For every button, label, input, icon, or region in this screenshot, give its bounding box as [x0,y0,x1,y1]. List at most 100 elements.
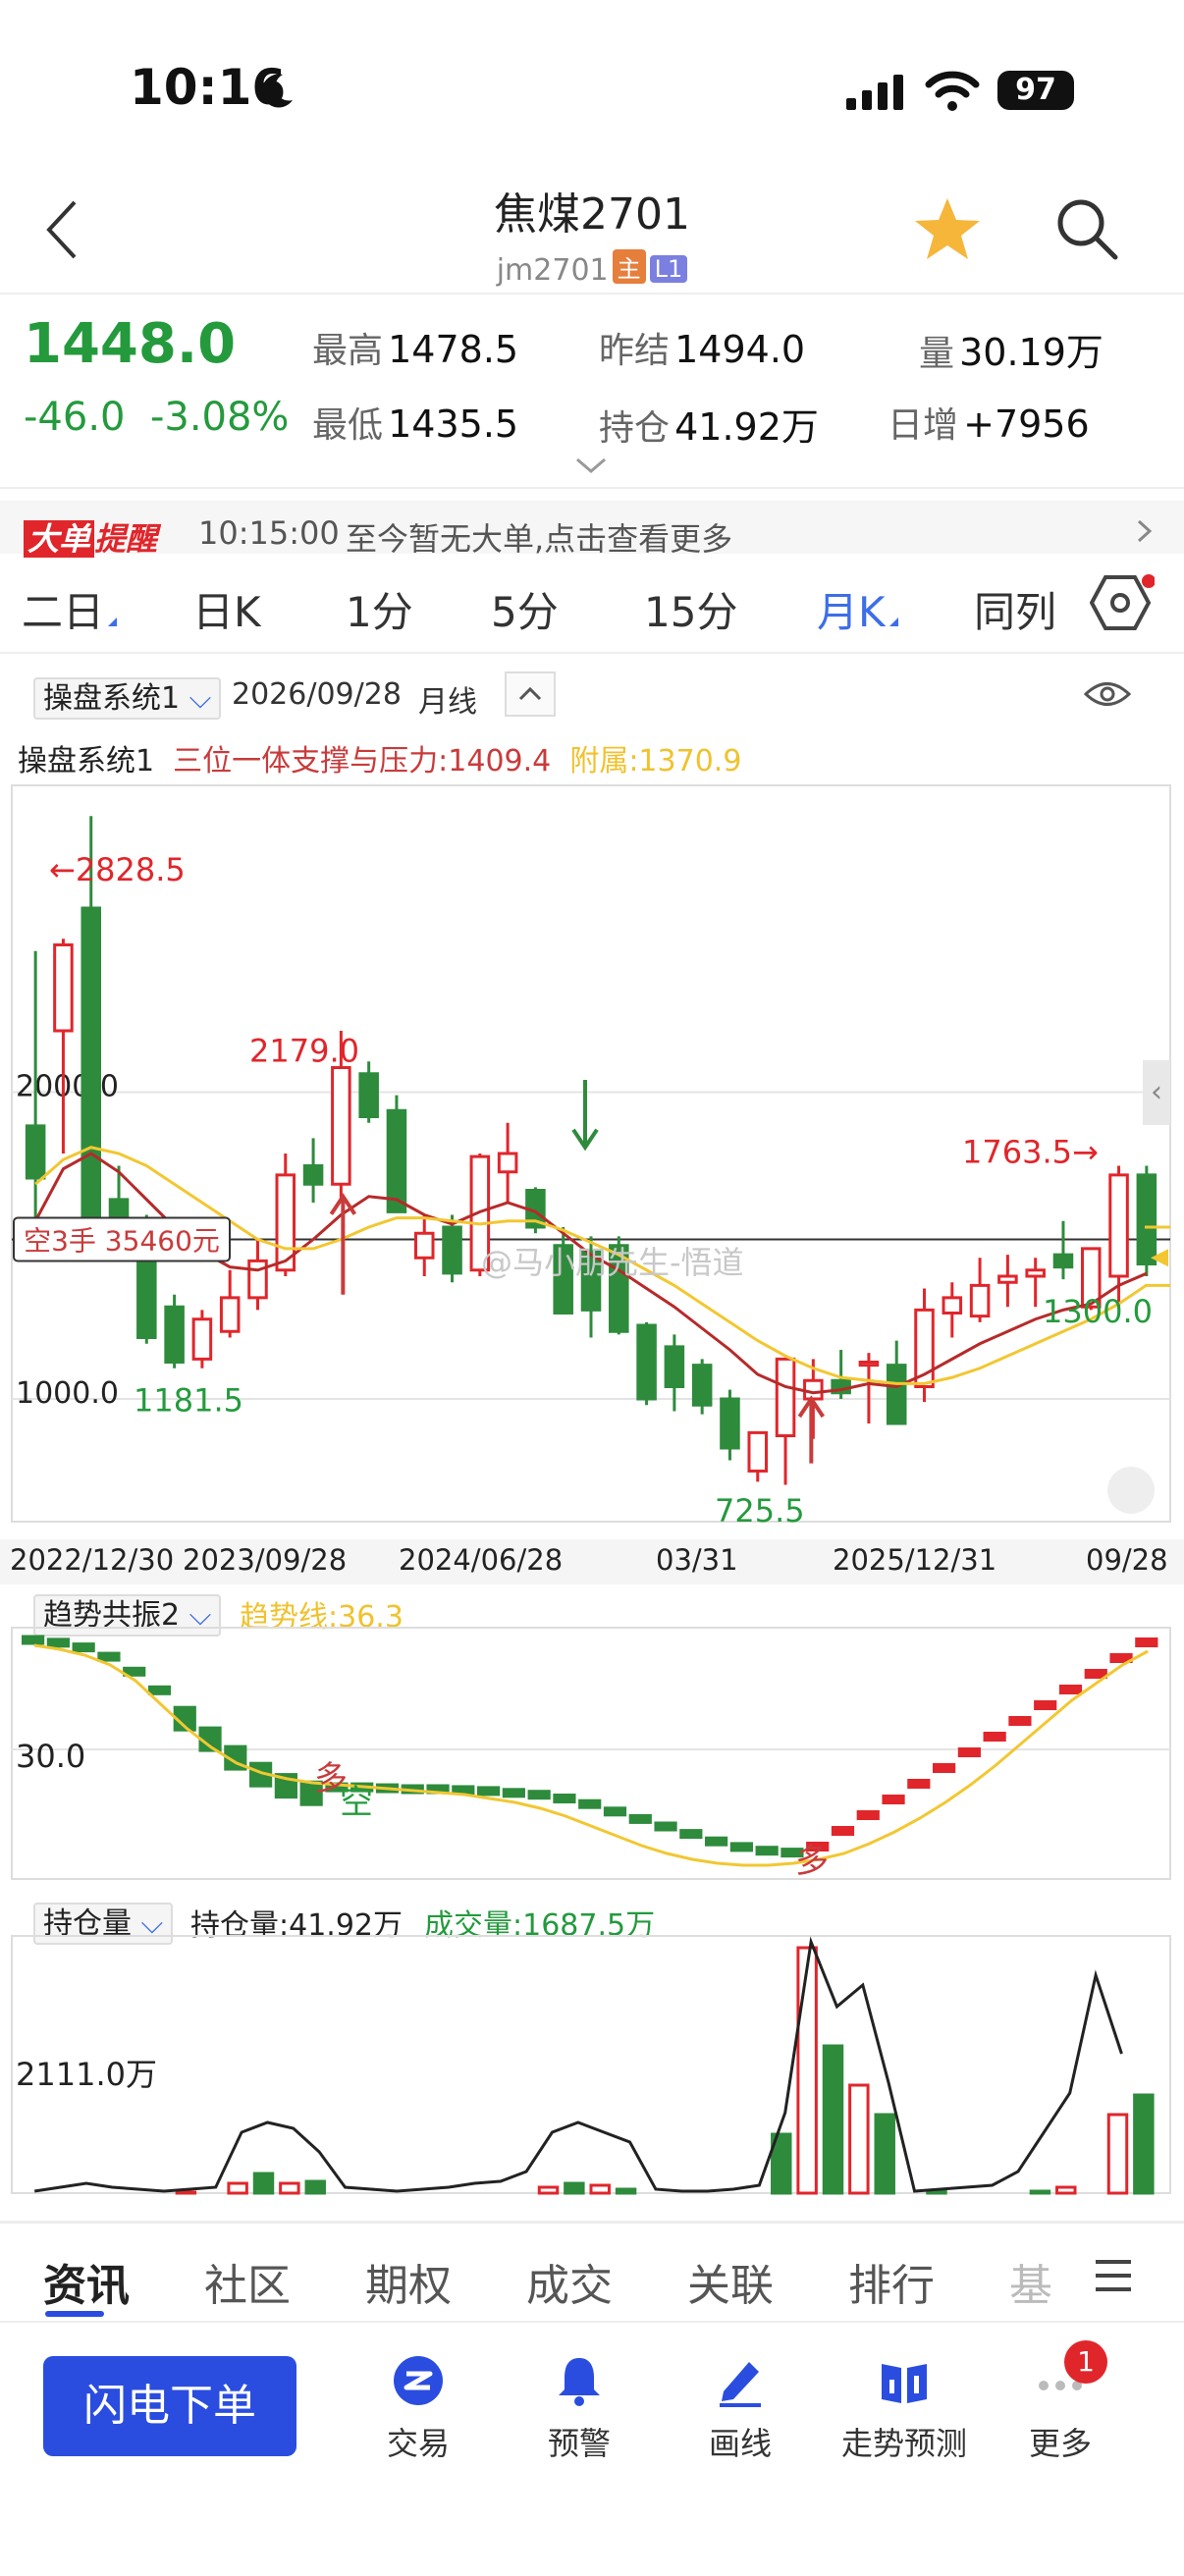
tab-5min[interactable]: 5分 [491,579,559,639]
candle [81,906,102,1232]
x-tick-label: 2023/09/28 [183,1543,348,1577]
expand-chevron-icon[interactable] [573,456,609,475]
volume-bar [252,2172,275,2195]
alert-badge-a: 大单 [24,520,95,558]
trend-brick [628,1813,652,1824]
tab-fundamentals[interactable]: 基 [1009,2250,1052,2313]
volume-bar [926,2189,947,2195]
volume-bar [1029,2189,1051,2195]
back-icon[interactable] [43,198,82,261]
volume-bar [1133,2093,1155,2195]
trend-chart[interactable] [0,1626,1184,1887]
candlestick-chart[interactable]: 2000.0 1000.0 ←2828.5 2179.0 1181.5 725.5 1763… [0,776,1184,1590]
trend-mark-long: 多 [795,1842,829,1881]
tab-monthly-k[interactable]: 月K [817,579,898,639]
star-icon[interactable] [913,196,982,261]
page-title: 焦煤2701 [494,189,690,240]
tab-daily-k[interactable]: 日K [192,579,261,639]
trend-brick [907,1779,931,1789]
symbol-line: jm2701 主 L1 [373,249,811,288]
trend-y-tick-label: 30.0 [16,1738,86,1775]
trade-icon [394,2356,443,2405]
alert-label: 预警 [547,2425,611,2462]
chart-frequency: 月线 [418,685,477,720]
trend-brick [22,1635,45,1645]
tab-ranking[interactable]: 排行 [848,2250,935,2313]
trend-brick [983,1732,1006,1742]
side-tab-chevron-icon: ‹ [1151,1075,1162,1109]
tab-1min[interactable]: 1分 [346,579,413,639]
prev-value: 1494.0 [674,328,806,371]
candle [219,1296,241,1333]
candle [413,1231,435,1260]
price-change: -46.0 -3.08% [24,395,289,440]
active-tab-indicator [45,2311,104,2317]
daily-value: +7956 [963,402,1090,446]
candle [969,1283,991,1318]
vol-y-tick-label: 2111.0万 [16,2056,157,2093]
collapse-up-icon[interactable] [505,671,556,717]
legend-system-name: 操盘系统1 [18,744,155,778]
x-tick-label: 2024/06/28 [399,1543,564,1577]
prev-label: 昨结 [599,331,671,371]
candle [803,1378,824,1401]
trend-brick [72,1642,95,1653]
candle [164,1305,185,1364]
chart-date: 2026/09/28 [232,677,402,712]
low-value: 1435.5 [388,402,519,446]
volume-bar [615,2187,637,2195]
flash-order-button[interactable]: 闪电下单 [43,2356,296,2456]
tab-15min[interactable]: 15分 [644,579,737,639]
alert-button[interactable]: 预警 [511,2354,648,2464]
tab-related[interactable]: 关联 [687,2250,774,2313]
forecast-button[interactable]: 走势预测 [831,2354,978,2464]
more-button[interactable]: 更多 [992,2354,1129,2464]
legend-aux: 附属:1370.9 [569,744,742,778]
volume-bar [848,2083,870,2195]
draw-button[interactable]: 画线 [672,2354,809,2464]
system-select-box: 操盘系统1 ⌵ [33,677,222,720]
tab-label: 二日 [22,588,105,636]
trade-button[interactable]: 交易 [350,2354,487,2464]
trend-brick [1058,1685,1083,1694]
oi-label: 持仓 [599,408,671,449]
candle [1108,1173,1129,1278]
tab-news[interactable]: 资讯 [43,2250,130,2313]
candle [442,1225,462,1275]
recent-high-annotation: 1763.5→ [962,1133,1099,1170]
menu-icon[interactable] [1094,2258,1133,2293]
trend-frame [11,1627,1171,1880]
volume-chart[interactable] [0,1934,1184,2199]
tab-same-list[interactable]: 同列 [974,579,1056,639]
forecast-book-icon [882,2364,927,2403]
moon-icon [261,74,293,108]
recent-low-annotation: 1300.0 [1043,1293,1153,1330]
tab-two-day[interactable]: 二日 [22,579,118,639]
last-price: 1448.0 [24,312,237,376]
tab-options[interactable]: 期权 [365,2250,452,2313]
eye-icon[interactable] [1084,679,1131,709]
trend-brick [705,1836,728,1847]
tab-community[interactable]: 社区 [204,2250,291,2313]
position-box-label: 空3手 35460元 [24,1225,220,1258]
dropdown-corner-icon [888,617,898,626]
x-axis-bar [0,1539,1184,1584]
system-select[interactable]: 操盘系统1 ⌵ [33,673,222,720]
trend-brick [654,1821,677,1832]
tab-trades[interactable]: 成交 [526,2250,613,2313]
volume-stat: 量 30.19万 [919,322,1103,376]
candle [858,1361,880,1368]
candle [497,1152,518,1174]
signal-icon [846,75,903,110]
daily-label: 日增 [888,405,959,446]
trend-brick [933,1763,956,1773]
search-icon[interactable] [1054,196,1119,261]
vol-frame [11,1935,1171,2194]
chevron-right-icon[interactable] [1135,518,1155,544]
settings-hex-icon[interactable] [1090,573,1155,632]
high-label: 最高 [312,331,384,371]
trend-brick [831,1826,855,1836]
bell-icon [559,2358,600,2406]
candle [691,1364,713,1407]
open-interest-stat: 持仓 41.92万 [599,397,819,451]
